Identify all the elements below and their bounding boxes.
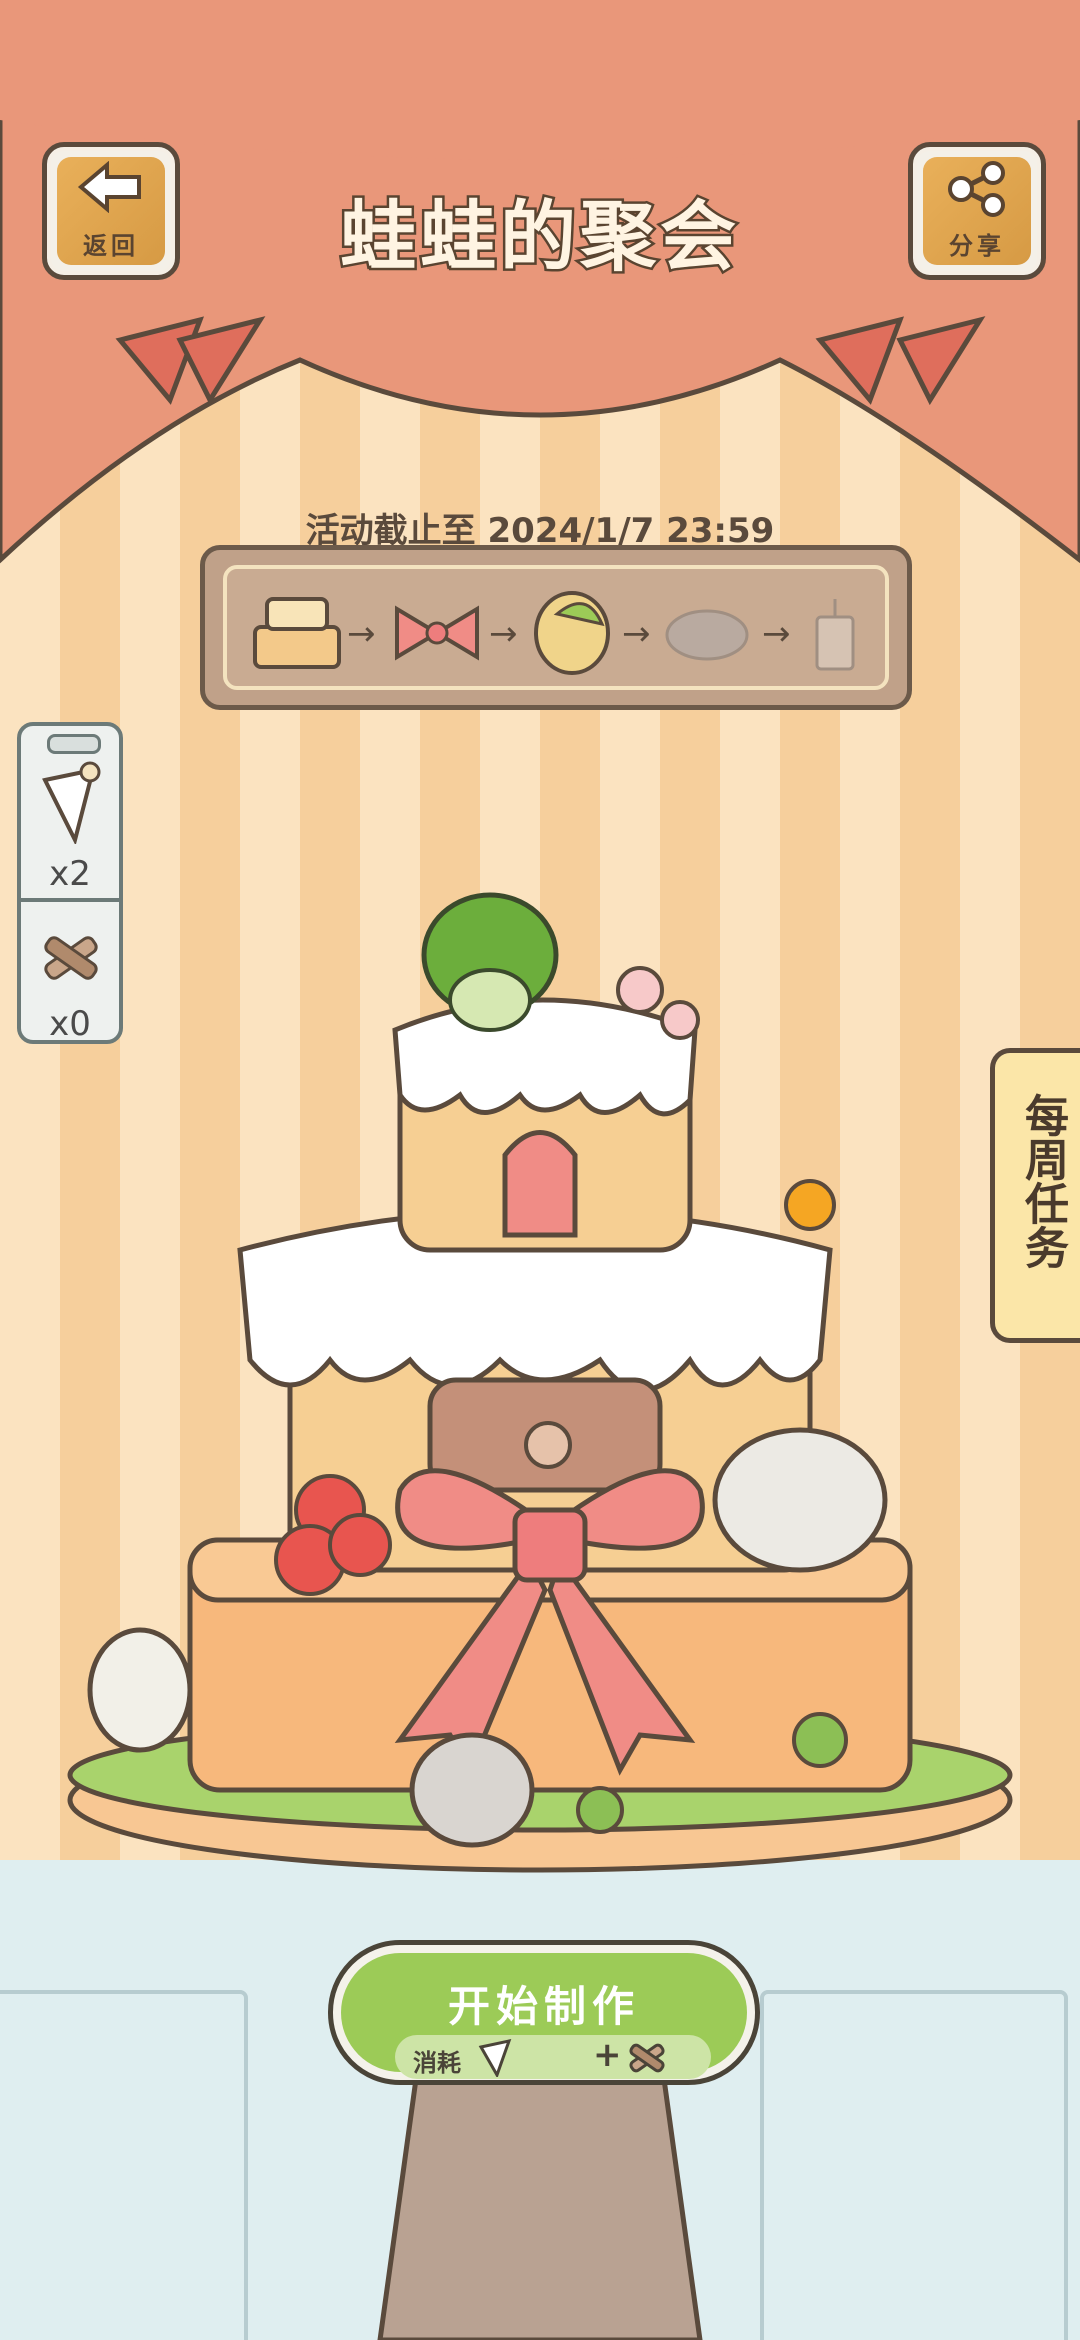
arrow-left-icon (77, 161, 141, 213)
inventory-count: x2 (49, 854, 91, 894)
progress-strip-inner: → → → → (223, 565, 889, 690)
share-button[interactable]: 分享 (908, 142, 1046, 280)
plus-icon: + (593, 2035, 622, 2075)
inventory-slot-piping-bag[interactable]: x2 (21, 752, 119, 902)
share-icon (948, 161, 1005, 217)
weekly-tasks-tab[interactable]: 每周任务 (990, 1048, 1080, 1343)
arrow-icon: → (489, 614, 518, 654)
game-scene: 返回 蛙蛙的聚会 分享 活动截止至 2024/1/7 23:59 → → → →… (0, 0, 1080, 2340)
back-label: 返回 (83, 232, 139, 260)
progress-strip[interactable]: → → → → (200, 545, 912, 710)
ribbon-stage-icon (395, 605, 479, 661)
weekly-tasks-label: 每周任务 (1017, 1093, 1068, 1269)
button-face: 开始制作 消耗 + (341, 1953, 747, 2079)
back-button[interactable]: 返回 (42, 142, 180, 280)
share-label: 分享 (949, 232, 1005, 260)
piping-bag-icon (478, 2038, 512, 2077)
cost-label: 消耗 (413, 2049, 461, 2077)
page-title: 蛙蛙的聚会 (338, 190, 740, 284)
inventory-count: x0 (49, 1004, 91, 1044)
firewood-icon (44, 936, 98, 980)
arrow-icon: → (622, 614, 651, 654)
firewood-icon (629, 2043, 665, 2073)
start-crafting-button[interactable]: 开始制作 消耗 + (328, 1940, 760, 2085)
cake-stage-icon (253, 597, 341, 669)
piping-bag-icon (42, 761, 101, 844)
arrow-icon: → (762, 614, 791, 654)
candle-stage-icon (815, 599, 855, 671)
inventory-slot-firewood[interactable]: x0 (21, 902, 119, 1052)
inventory-panel: x2 x0 (17, 722, 123, 1044)
hedgehog-stage-icon (665, 609, 749, 661)
progress-steps: → → → → (253, 591, 855, 675)
arrow-icon: → (347, 614, 376, 654)
cost-bar: 消耗 + (395, 2035, 711, 2079)
panel-cap (47, 734, 101, 754)
start-label: 开始制作 (447, 1982, 640, 2031)
leaf-house-stage-icon (534, 591, 610, 675)
